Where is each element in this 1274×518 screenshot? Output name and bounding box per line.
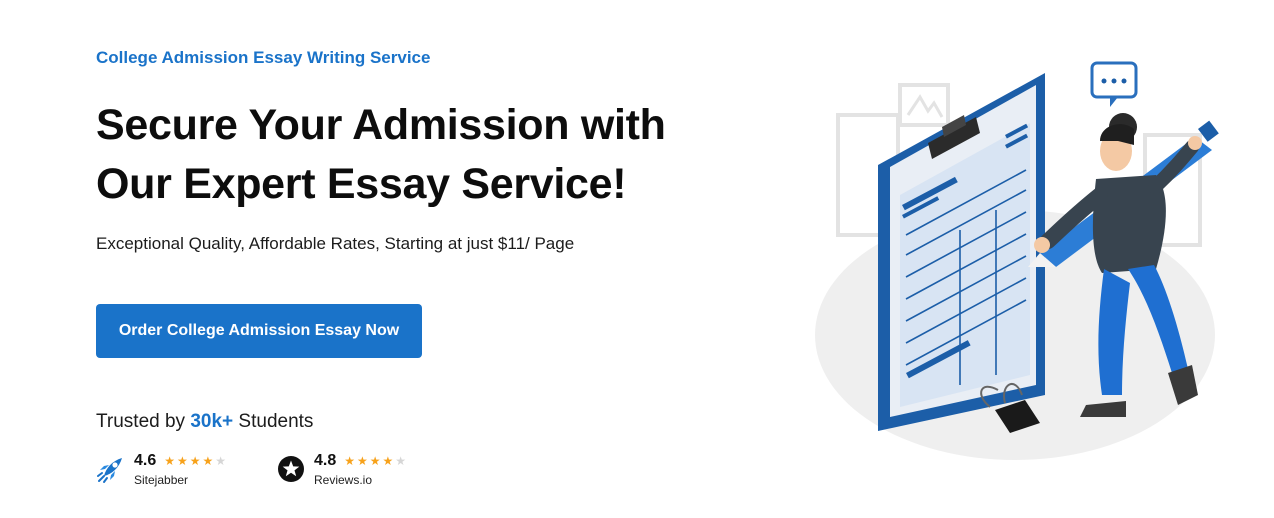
sitejabber-label: Sitejabber	[134, 473, 189, 487]
reviewsio-score: 4.8	[314, 452, 337, 469]
stars-filled: ★★★★	[344, 454, 396, 468]
eyebrow-label: College Admission Essay Writing Service	[96, 48, 431, 67]
page-title: Secure Your Admission with Our Expert Es…	[96, 96, 666, 214]
stars-filled: ★★★★	[164, 454, 216, 468]
trusted-prefix: Trusted by	[96, 411, 191, 432]
star-badge-icon	[278, 456, 304, 482]
headline-line-2: Our Expert Essay Service!	[96, 160, 627, 208]
order-essay-button[interactable]: Order College Admission Essay Now	[96, 304, 422, 358]
clipboard-form-person-illustration	[815, 61, 1219, 460]
stars-empty: ★	[395, 454, 409, 468]
star-rating: ★★★★★	[164, 454, 228, 468]
trusted-suffix: Students	[233, 411, 314, 432]
rating-sitejabber[interactable]: 4.6 ★★★★★ Sitejabber	[96, 452, 228, 487]
hero-subtitle: Exceptional Quality, Affordable Rates, S…	[96, 234, 575, 253]
reviewsio-label: Reviews.io	[314, 473, 373, 487]
star-rating: ★★★★★	[344, 454, 408, 468]
trusted-by-text: Trusted by 30k+ Students	[96, 411, 313, 433]
student-count: 30k+	[190, 411, 234, 432]
stars-empty: ★	[215, 454, 229, 468]
sitejabber-score: 4.6	[134, 452, 157, 469]
headline-line-1: Secure Your Admission with	[96, 101, 666, 149]
rocket-icon	[97, 458, 122, 483]
rating-reviewsio[interactable]: 4.8 ★★★★★ Reviews.io	[276, 452, 408, 487]
